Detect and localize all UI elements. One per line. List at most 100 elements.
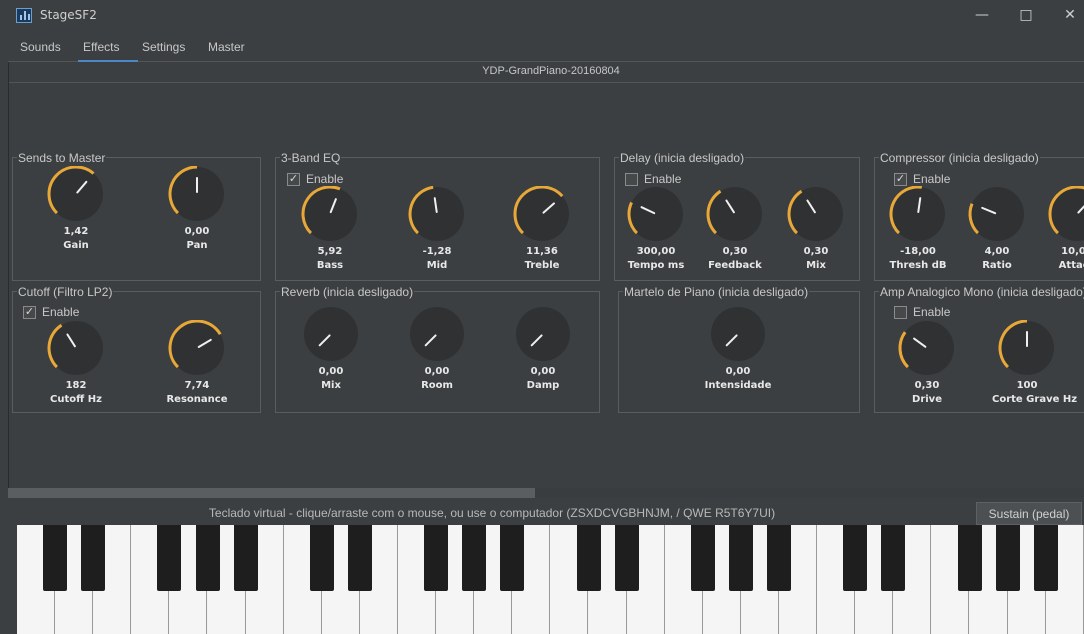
minimize-icon[interactable]: — bbox=[971, 6, 993, 26]
knob-dial-icon bbox=[706, 187, 762, 241]
black-key[interactable] bbox=[500, 525, 525, 591]
knob-dial-icon bbox=[47, 321, 103, 375]
knob-label: Attack bbox=[1058, 260, 1084, 271]
keyboard-hint: Teclado virtual - clique/arraste com o m… bbox=[208, 506, 776, 520]
cutoff-panel-title: Cutoff (Filtro LP2) bbox=[17, 285, 114, 299]
knob-dial-icon bbox=[304, 307, 358, 361]
knob-label: Room bbox=[421, 380, 453, 391]
knob-label: Intensidade bbox=[704, 380, 772, 391]
knob-value: 0,30 bbox=[914, 380, 940, 391]
knob-value: 0,00 bbox=[530, 366, 556, 377]
black-key[interactable] bbox=[195, 525, 220, 591]
knob-dial-icon bbox=[711, 307, 765, 361]
knob-label: Thresh dB bbox=[889, 260, 947, 271]
knob-dial-icon bbox=[47, 166, 103, 221]
app-icon bbox=[16, 8, 32, 23]
black-key[interactable] bbox=[424, 525, 449, 591]
black-key[interactable] bbox=[614, 525, 639, 591]
black-key[interactable] bbox=[995, 525, 1020, 591]
tab-settings[interactable]: Settings bbox=[142, 40, 185, 54]
knob-label: Corte Grave Hz bbox=[992, 394, 1078, 405]
knob-label: Ratio bbox=[982, 260, 1012, 271]
sustain-button[interactable]: Sustain (pedal) bbox=[976, 502, 1082, 525]
hammer-panel-title: Martelo de Piano (inicia desligado) bbox=[623, 285, 810, 299]
preset-name: YDP-GrandPiano-20160804 bbox=[482, 65, 620, 77]
sends-panel-title: Sends to Master bbox=[17, 151, 107, 165]
black-key[interactable] bbox=[81, 525, 106, 591]
knob-value: 0,00 bbox=[725, 366, 751, 377]
knob-label: Drive bbox=[912, 394, 942, 405]
black-key[interactable] bbox=[347, 525, 372, 591]
knob-label: Gain bbox=[63, 240, 89, 251]
delay-panel-title: Delay (inicia desligado) bbox=[619, 151, 746, 165]
black-key[interactable] bbox=[157, 525, 182, 591]
knob-label: Feedback bbox=[708, 260, 762, 271]
compressor-enable-checkbox[interactable]: ✓ Enable bbox=[894, 172, 950, 186]
eq-enable-checkbox[interactable]: ✓ Enable bbox=[287, 172, 343, 186]
knob-dial-icon bbox=[627, 187, 683, 241]
knob-dial-icon bbox=[787, 187, 843, 241]
knob-value: 1,42 bbox=[63, 226, 89, 237]
black-key[interactable] bbox=[881, 525, 906, 591]
knob-value: 300,00 bbox=[636, 246, 676, 257]
knob-value: -18,00 bbox=[900, 246, 936, 257]
checkbox-check-icon: ✓ bbox=[23, 305, 36, 319]
cutoff-panel: Cutoff (Filtro LP2) ✓ Enable 182 Cutoff H… bbox=[12, 285, 261, 413]
black-key[interactable] bbox=[309, 525, 334, 591]
delay-enable-checkbox[interactable]: Enable bbox=[625, 172, 681, 186]
checkbox-check-icon: ✓ bbox=[287, 172, 300, 186]
amp-panel-title: Amp Analogico Mono (inicia desligado) bbox=[879, 285, 1084, 299]
black-key[interactable] bbox=[690, 525, 715, 591]
knob-dial-icon bbox=[968, 187, 1024, 241]
black-key[interactable] bbox=[576, 525, 601, 591]
knob-dial-icon bbox=[408, 186, 464, 241]
knob-value: 0,30 bbox=[722, 246, 748, 257]
title-bar: StageSF2 — □ ✕ bbox=[0, 0, 1084, 32]
amp-enable-checkbox[interactable]: Enable bbox=[894, 305, 950, 319]
horizontal-scrollbar[interactable] bbox=[8, 488, 1084, 498]
tab-master[interactable]: Master bbox=[208, 40, 245, 54]
black-key[interactable] bbox=[43, 525, 68, 591]
black-key[interactable] bbox=[957, 525, 982, 591]
knob-label: Cutoff Hz bbox=[50, 394, 102, 405]
knob-value: 0,00 bbox=[318, 366, 344, 377]
black-key[interactable] bbox=[1033, 525, 1058, 591]
reverb-panel-title: Reverb (inicia desligado) bbox=[280, 285, 415, 299]
window-title: StageSF2 bbox=[40, 8, 97, 22]
knob-value: 0,30 bbox=[803, 246, 829, 257]
eq-panel: 3-Band EQ ✓ Enable 5,92 Bass -1,28 Mid 11,… bbox=[275, 151, 600, 281]
knob-label: Mix bbox=[321, 380, 341, 391]
knob-label: Mid bbox=[426, 260, 448, 271]
close-icon[interactable]: ✕ bbox=[1059, 6, 1081, 26]
knob-dial-icon bbox=[898, 321, 954, 375]
knob-dial-icon bbox=[301, 186, 357, 241]
black-key[interactable] bbox=[233, 525, 258, 591]
knob-value: 4,00 bbox=[984, 246, 1010, 257]
knob-value: 0,00 bbox=[184, 226, 210, 237]
maximize-icon[interactable]: □ bbox=[1015, 6, 1037, 26]
reverb-panel: Reverb (inicia desligado) 0,00 Mix 0,00 Ro… bbox=[275, 285, 600, 413]
virtual-keyboard bbox=[17, 525, 1084, 634]
knob-label: Tempo ms bbox=[627, 260, 685, 271]
black-key[interactable] bbox=[767, 525, 791, 591]
black-key[interactable] bbox=[462, 525, 487, 591]
compressor-panel: Compressor (inicia desligado) ✓ Enable -… bbox=[874, 151, 1084, 281]
tab-effects[interactable]: Effects bbox=[83, 40, 119, 54]
black-key[interactable] bbox=[843, 525, 868, 591]
delay-panel: Delay (inicia desligado) Enable 300,00 Te… bbox=[614, 151, 860, 281]
knob-label: Bass bbox=[316, 260, 344, 271]
knob-dial-icon bbox=[513, 186, 569, 241]
knob-value: 10,00 bbox=[1061, 246, 1084, 257]
cutoff-enable-checkbox[interactable]: ✓ Enable bbox=[23, 305, 79, 319]
effects-panel: YDP-GrandPiano-20160804 Sends to Master … bbox=[8, 62, 1084, 498]
tab-sounds[interactable]: Sounds bbox=[20, 40, 61, 54]
scrollbar-thumb[interactable] bbox=[8, 488, 536, 498]
compressor-panel-title: Compressor (inicia desligado) bbox=[879, 151, 1040, 165]
knob-value: 5,92 bbox=[317, 246, 343, 257]
black-key[interactable] bbox=[728, 525, 753, 591]
knob-value: -1,28 bbox=[422, 246, 452, 257]
knob-label: Resonance bbox=[166, 394, 228, 405]
knob-dial-icon bbox=[998, 320, 1054, 375]
eq-panel-title: 3-Band EQ bbox=[280, 151, 342, 165]
sends-panel: Sends to Master 1,42 Gain 0,00 Pan bbox=[12, 151, 261, 281]
